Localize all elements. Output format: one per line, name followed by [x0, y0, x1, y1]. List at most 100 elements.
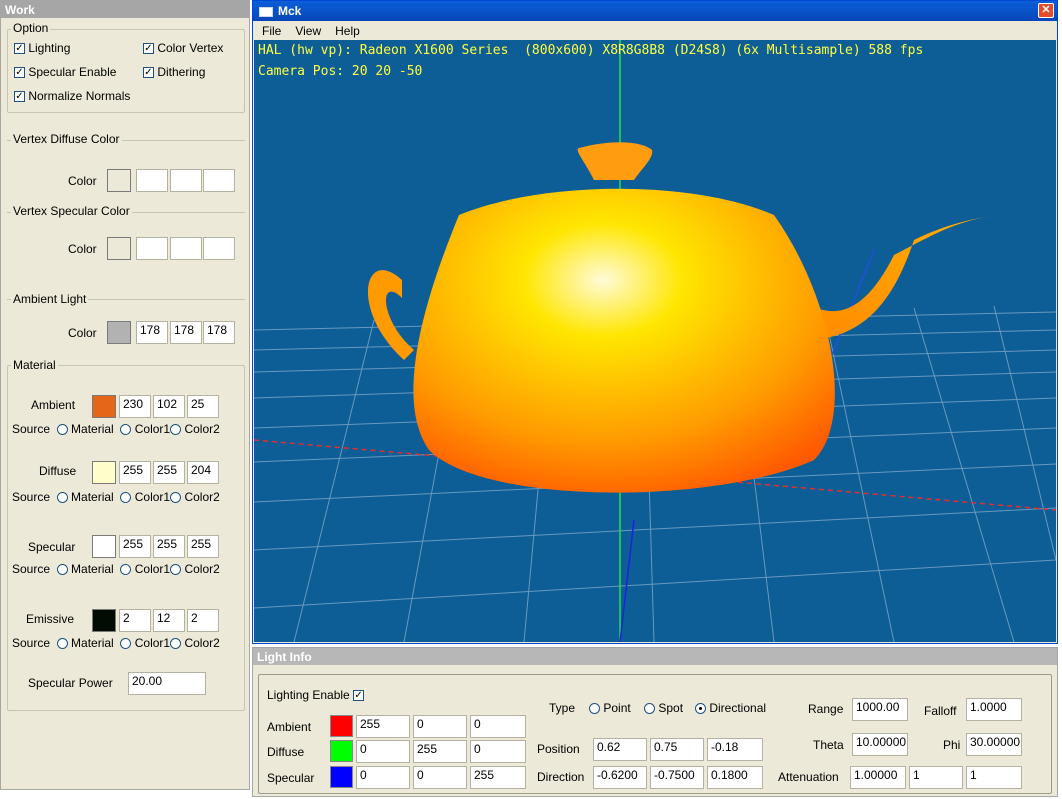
material-ambient-swatch[interactable]: [92, 395, 116, 418]
material-specular-r-input[interactable]: 255: [119, 535, 151, 558]
vertex-diffuse-color-label: Color: [68, 174, 97, 188]
source-material-radio[interactable]: [56, 424, 68, 436]
light-specular-g-input[interactable]: 0: [413, 766, 467, 789]
material-specular-source-row: Source Material Color1 Color2: [12, 562, 220, 576]
light-ambient-b-input[interactable]: 0: [470, 715, 526, 738]
lighting-checkbox[interactable]: ✓ Lighting: [14, 41, 70, 55]
material-ambient-b-input[interactable]: 25: [187, 395, 219, 418]
source-material-radio[interactable]: [56, 492, 68, 504]
menu-view[interactable]: View: [295, 24, 321, 38]
vertex-specular-g-input[interactable]: [170, 237, 202, 260]
source-color1-radio[interactable]: [120, 424, 132, 436]
light-diffuse-b-input[interactable]: 0: [470, 740, 526, 763]
light-specular-r-input[interactable]: 0: [356, 766, 410, 789]
checkmark-icon: ✓: [143, 67, 154, 79]
checkmark-icon: ✓: [14, 67, 25, 79]
light-diffuse-swatch[interactable]: [330, 740, 353, 762]
attenuation-1-input[interactable]: 1: [909, 766, 963, 789]
source-color2-radio[interactable]: [170, 424, 182, 436]
range-input[interactable]: 1000.00: [852, 698, 908, 721]
vertex-diffuse-swatch[interactable]: [107, 169, 131, 192]
vertex-diffuse-b-input[interactable]: [203, 169, 235, 192]
light-ambient-swatch[interactable]: [330, 715, 353, 737]
direction-z-input[interactable]: 0.1800: [707, 766, 763, 789]
source-label: Source: [12, 490, 51, 504]
material-specular-g-input[interactable]: 255: [153, 535, 185, 558]
material-emissive-r-input[interactable]: 2: [119, 609, 151, 632]
direction-x-input[interactable]: -0.6200: [593, 766, 647, 789]
checkmark-icon: ✓: [143, 43, 154, 55]
vertex-specular-color-label: Color: [68, 242, 97, 256]
position-z-input[interactable]: -0.18: [707, 738, 763, 761]
work-title: Work: [1, 1, 249, 18]
material-diffuse-swatch[interactable]: [92, 461, 116, 484]
direction-y-input[interactable]: -0.7500: [650, 766, 704, 789]
material-emissive-swatch[interactable]: [92, 609, 116, 632]
position-y-input[interactable]: 0.75: [650, 738, 704, 761]
material-diffuse-g-input[interactable]: 255: [153, 461, 185, 484]
light-diffuse-g-input[interactable]: 255: [413, 740, 467, 763]
work-panel: Work Option ✓ Lighting ✓ Color Vertex ✓ …: [0, 0, 250, 790]
ambient-light-b-input[interactable]: 178: [203, 321, 235, 344]
attenuation-0-input[interactable]: 1.00000: [850, 766, 906, 789]
source-material-label: Material: [71, 422, 114, 436]
checkmark-icon: ✓: [353, 690, 365, 702]
source-material-radio[interactable]: [56, 564, 68, 576]
type-directional-radio[interactable]: Directional: [695, 701, 766, 715]
material-diffuse-r-input[interactable]: 255: [119, 461, 151, 484]
lighting-enable-checkbox[interactable]: Lighting Enable ✓: [267, 688, 365, 702]
light-specular-swatch[interactable]: [330, 766, 353, 788]
radio-icon: [589, 703, 600, 715]
material-ambient-g-input[interactable]: 102: [153, 395, 185, 418]
source-color2-radio[interactable]: [170, 638, 182, 650]
vertex-diffuse-g-input[interactable]: [170, 169, 202, 192]
viewport-3d[interactable]: HAL (hw vp): Radeon X1600 Series (800x60…: [254, 40, 1056, 642]
specular-power-input[interactable]: 20.00: [128, 672, 206, 695]
source-material-radio[interactable]: [56, 638, 68, 650]
lighting-label: Lighting: [28, 41, 71, 55]
vertex-specular-swatch[interactable]: [107, 237, 131, 260]
source-color2-radio[interactable]: [170, 564, 182, 576]
ambient-light-r-input[interactable]: 178: [136, 321, 168, 344]
light-type-label: Type: [549, 701, 576, 715]
vertex-specular-b-input[interactable]: [203, 237, 235, 260]
source-color1-radio[interactable]: [120, 564, 132, 576]
material-specular-swatch[interactable]: [92, 535, 116, 558]
color-vertex-checkbox[interactable]: ✓ Color Vertex: [143, 41, 223, 55]
light-ambient-r-input[interactable]: 255: [356, 715, 410, 738]
material-emissive-g-input[interactable]: 12: [153, 609, 185, 632]
material-ambient-source-row: Source Material Color1 Color2: [12, 422, 220, 436]
specular-enable-checkbox[interactable]: ✓ Specular Enable: [14, 65, 116, 79]
vertex-specular-r-input[interactable]: [136, 237, 168, 260]
radio-selected-icon: [695, 703, 706, 715]
source-color1-radio[interactable]: [120, 638, 132, 650]
source-color1-radio[interactable]: [120, 492, 132, 504]
menu-help[interactable]: Help: [335, 24, 360, 38]
material-specular-b-input[interactable]: 255: [187, 535, 219, 558]
material-diffuse-b-input[interactable]: 204: [187, 461, 219, 484]
phi-input[interactable]: 30.00000: [966, 733, 1022, 756]
material-diffuse-source-row: Source Material Color1 Color2: [12, 490, 220, 504]
position-x-input[interactable]: 0.62: [593, 738, 647, 761]
light-ambient-g-input[interactable]: 0: [413, 715, 467, 738]
material-ambient-r-input[interactable]: 230: [119, 395, 151, 418]
light-specular-b-input[interactable]: 255: [470, 766, 526, 789]
type-spot-radio[interactable]: Spot: [644, 701, 683, 715]
material-emissive-b-input[interactable]: 2: [187, 609, 219, 632]
theta-input[interactable]: 10.00000: [852, 733, 908, 756]
normalize-normals-checkbox[interactable]: ✓ Normalize Normals: [14, 89, 130, 103]
menu-file[interactable]: File: [262, 24, 281, 38]
dithering-checkbox[interactable]: ✓ Dithering: [143, 65, 205, 79]
close-icon[interactable]: ✕: [1038, 3, 1054, 18]
source-color1-label: Color1: [134, 636, 171, 650]
ambient-light-swatch[interactable]: [107, 321, 131, 344]
falloff-input[interactable]: 1.0000: [966, 698, 1022, 721]
type-point-radio[interactable]: Point: [589, 701, 631, 715]
source-color2-label: Color2: [184, 562, 220, 576]
vertex-diffuse-r-input[interactable]: [136, 169, 168, 192]
ambient-light-g-input[interactable]: 178: [170, 321, 202, 344]
source-color2-radio[interactable]: [170, 492, 182, 504]
light-diffuse-r-input[interactable]: 0: [356, 740, 410, 763]
attenuation-2-input[interactable]: 1: [966, 766, 1022, 789]
source-label: Source: [12, 562, 51, 576]
